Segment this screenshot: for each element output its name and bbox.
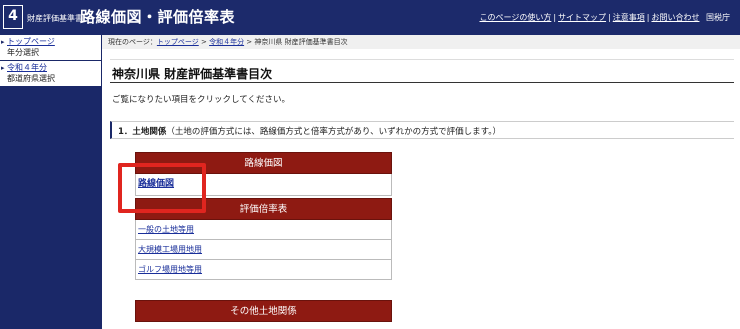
- breadcrumb-current: 神奈川県 財産評価基準書目次: [254, 38, 348, 46]
- sidebar-top-desc: 年分選択: [7, 48, 39, 57]
- intro-text: ご覧になりたい項目をクリックしてください。: [112, 95, 290, 105]
- large-factory-land-link[interactable]: 大規模工場用地用: [138, 245, 202, 254]
- header-links: このページの使い方 | サイトマップ | 注意事項 | お問い合わせ 国税庁: [479, 13, 731, 22]
- general-land-link[interactable]: 一般の土地等用: [138, 225, 194, 234]
- sitemap-link[interactable]: サイトマップ: [558, 13, 606, 22]
- sidebar-year-link[interactable]: 令和４年分: [7, 63, 98, 73]
- notes-link[interactable]: 注意事項: [613, 13, 645, 22]
- sidebar: ▸ トップページ 年分選択 ▸ 令和４年分 都道府県選択: [0, 35, 102, 329]
- section-label: 1．土地関係: [118, 127, 167, 137]
- other-land-table: その他土地関係: [135, 300, 392, 322]
- table-row: 大規模工場用地用: [135, 240, 392, 260]
- page-title-bar: 神奈川県 財産評価基準書目次: [110, 59, 734, 83]
- site-header: 4 財産評価基準書 路線価図・評価倍率表 このページの使い方 | サイトマップ | 注意…: [0, 0, 740, 35]
- section-heading: 1．土地関係（土地の評価方式には、路線価方式と倍率方式があり、いずれかの方式で評…: [110, 121, 734, 139]
- highlight-annotation: [118, 163, 206, 213]
- breadcrumb: 現在のページ：トップページ > 令和４年分 > 神奈川県 財産評価基準書目次: [102, 35, 740, 49]
- sidebar-item-year: ▸ 令和４年分 都道府県選択: [0, 61, 101, 87]
- table-row: ゴルフ場用地等用: [135, 260, 392, 280]
- site-title: 路線価図・評価倍率表: [80, 8, 236, 26]
- section-note: （土地の評価方式には、路線価方式と倍率方式があり、いずれかの方式で評価します。）: [166, 127, 501, 137]
- table-row: 一般の土地等用: [135, 220, 392, 240]
- sidebar-item-top: ▸ トップページ 年分選択: [0, 35, 101, 61]
- logo-subtitle: 財産評価基準書: [27, 14, 83, 23]
- sidebar-year-desc: 都道府県選択: [7, 74, 55, 83]
- breadcrumb-prefix: 現在のページ：: [108, 38, 157, 46]
- page-title: 神奈川県 財産評価基準書目次: [112, 67, 273, 81]
- agency-name: 国税庁: [706, 13, 730, 22]
- sidebar-top-link[interactable]: トップページ: [7, 37, 98, 47]
- breadcrumb-top-link[interactable]: トップページ: [157, 38, 199, 46]
- other-land-table-header: その他土地関係: [135, 300, 392, 322]
- how-to-use-link[interactable]: このページの使い方: [480, 13, 552, 22]
- section-number-logo: 4: [3, 5, 23, 29]
- contact-link[interactable]: お問い合わせ: [651, 13, 699, 22]
- breadcrumb-year-link[interactable]: 令和４年分: [209, 38, 244, 46]
- triangle-right-icon: ▸: [1, 38, 5, 46]
- triangle-right-icon: ▸: [1, 64, 5, 72]
- golf-course-land-link[interactable]: ゴルフ場用地等用: [138, 265, 202, 274]
